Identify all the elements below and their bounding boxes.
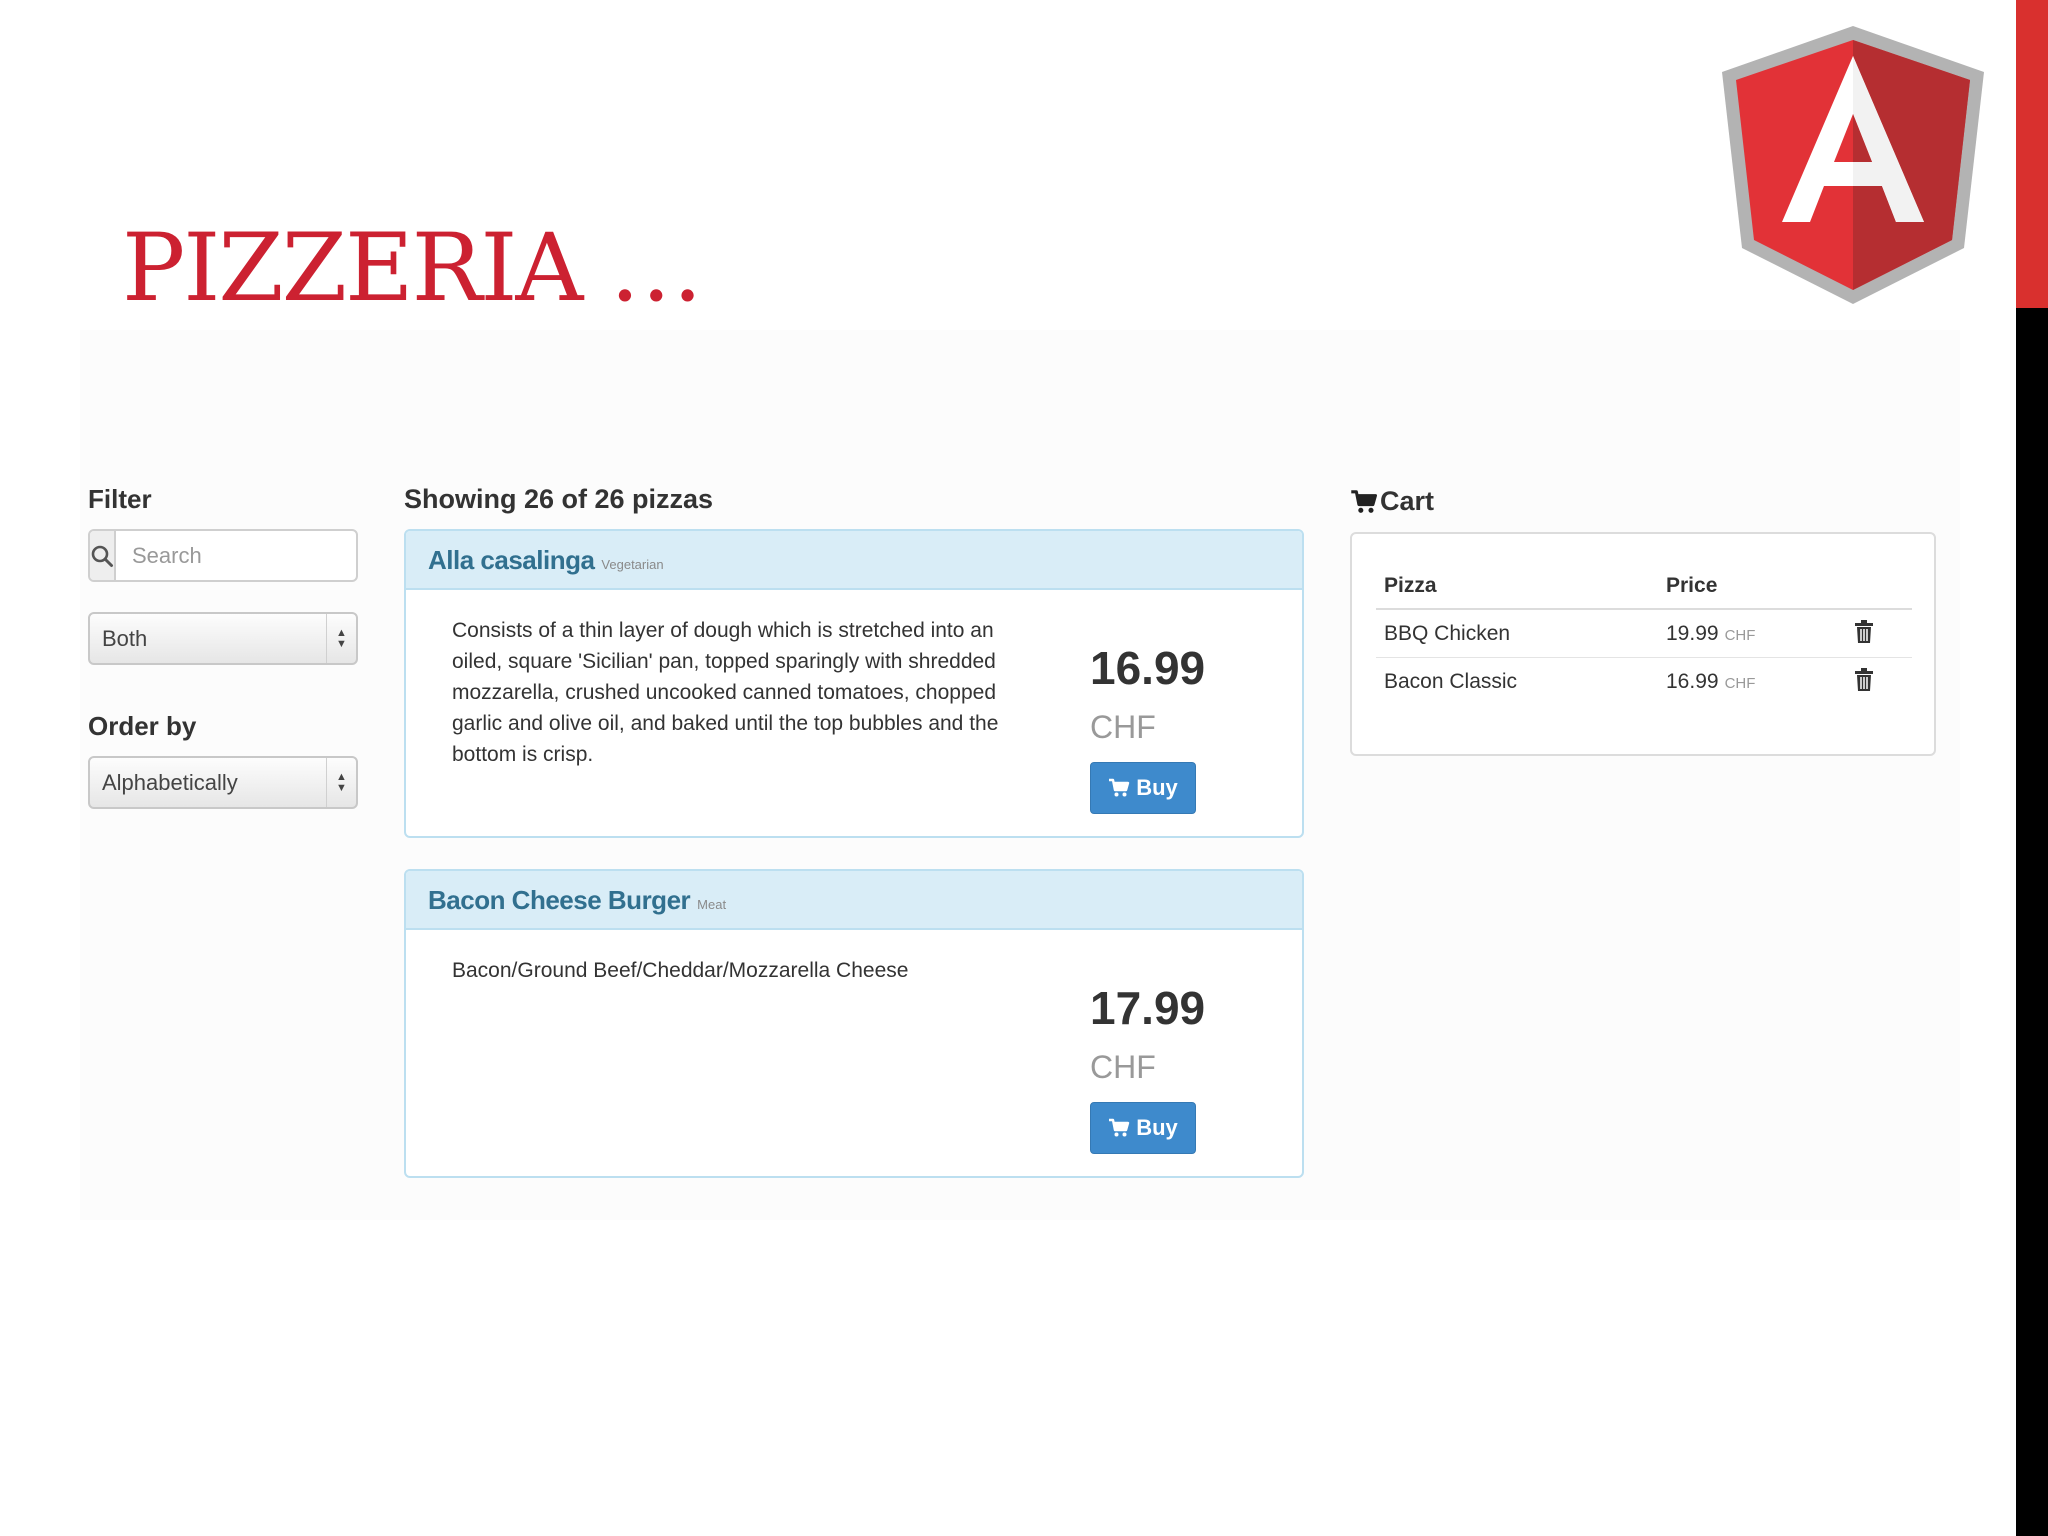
buy-button-label: Buy: [1136, 775, 1178, 800]
cart-panel: Pizza Price BBQ Chicken 19.99 CHF Bacon C…: [1350, 532, 1936, 756]
cart-heading: Cart: [1350, 486, 1434, 517]
angular-logo-icon: [1722, 26, 1984, 304]
search-input[interactable]: [116, 531, 420, 580]
cart-item-price-value: 16.99: [1666, 670, 1719, 693]
cart-icon: [1109, 778, 1130, 797]
select-arrows-icon: ▲ ▼: [326, 758, 356, 807]
pizza-name: Bacon Cheese Burger: [428, 885, 691, 915]
pizza-currency: CHF: [1090, 709, 1156, 745]
cart-row: BBQ Chicken 19.99 CHF: [1376, 610, 1912, 658]
pizza-category: Meat: [697, 897, 727, 912]
results-summary: Showing 26 of 26 pizzas: [404, 484, 714, 514]
order-by-label: Order by: [88, 711, 197, 741]
pizza-card-header: Alla casalinga Vegetarian: [406, 531, 1302, 590]
cart-item-name: BBQ Chicken: [1384, 622, 1511, 645]
buy-button-label: Buy: [1136, 1115, 1178, 1140]
order-select[interactable]: Alphabetically ▲ ▼: [88, 756, 358, 809]
pizza-category: Vegetarian: [601, 557, 664, 572]
cart-icon: [1351, 489, 1377, 513]
pizza-description: Bacon/Ground Beef/Cheddar/Mozzarella Che…: [452, 959, 909, 982]
cart-item-price: 19.99 CHF: [1666, 622, 1755, 646]
pizza-card: Alla casalinga Vegetarian Consists of a …: [404, 529, 1304, 838]
slide-accent-bar: [2016, 0, 2048, 308]
pizza-price: 17.99: [1090, 982, 1206, 1034]
pizza-name: Alla casalinga: [428, 545, 595, 575]
order-select-value: Alphabetically: [102, 769, 238, 795]
trash-icon[interactable]: [1854, 668, 1874, 692]
select-arrows-icon: ▲ ▼: [326, 614, 356, 663]
pizza-currency: CHF: [1090, 1049, 1156, 1085]
search-group: [88, 529, 420, 582]
type-select[interactable]: Both ▲ ▼: [88, 612, 358, 665]
cart-item-price: 16.99 CHF: [1666, 670, 1755, 694]
cart-row: Bacon Classic 16.99 CHF: [1376, 658, 1912, 706]
buy-button[interactable]: Buy: [1090, 1102, 1196, 1154]
pizza-description: Consists of a thin layer of dough which …: [452, 619, 999, 766]
cart-item-currency: CHF: [1724, 675, 1756, 692]
buy-button[interactable]: Buy: [1090, 762, 1196, 814]
cart-header-price: Price: [1666, 574, 1718, 597]
cart-header-pizza: Pizza: [1384, 574, 1437, 597]
cart-icon: [1109, 1118, 1130, 1137]
cart-table: Pizza Price BBQ Chicken 19.99 CHF Bacon C…: [1376, 562, 1912, 706]
cart-item-price-value: 19.99: [1666, 622, 1719, 645]
cart-title: Cart: [1380, 486, 1435, 516]
pizza-card-header: Bacon Cheese Burger Meat: [406, 871, 1302, 930]
filter-label: Filter: [88, 484, 152, 514]
cart-item-name: Bacon Classic: [1384, 670, 1518, 693]
cart-table-header: Pizza Price: [1376, 562, 1912, 610]
slide-title: PIZZERIA …: [122, 214, 703, 323]
cart-item-currency: CHF: [1724, 627, 1756, 644]
type-select-value: Both: [102, 625, 148, 651]
trash-icon[interactable]: [1854, 620, 1874, 644]
pizza-card: Bacon Cheese Burger Meat Bacon/Ground Be…: [404, 869, 1304, 1178]
slide-side-bar: [2016, 308, 2048, 1536]
pizza-price: 16.99: [1090, 642, 1206, 694]
search-icon: [90, 531, 116, 580]
